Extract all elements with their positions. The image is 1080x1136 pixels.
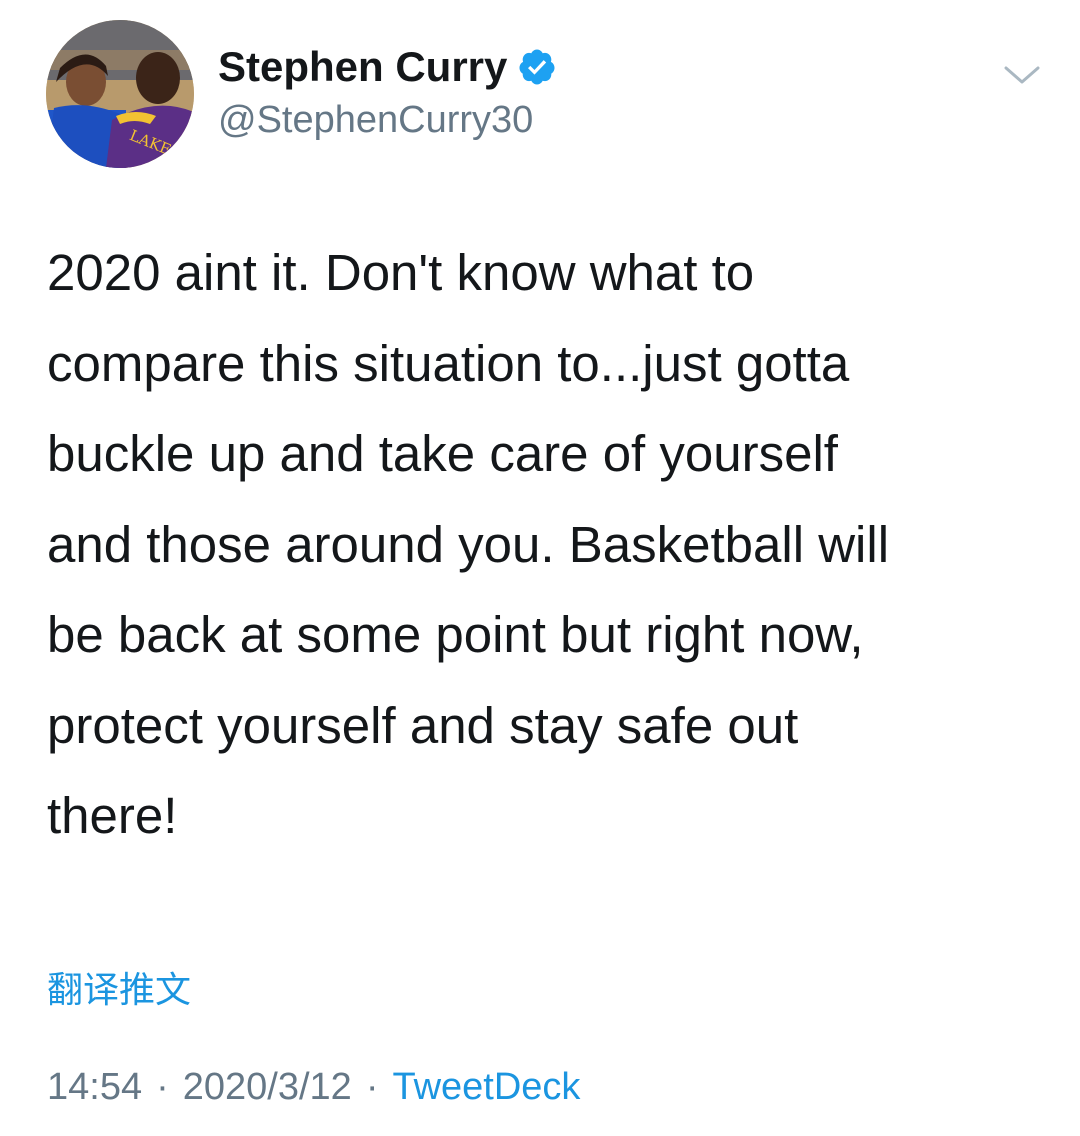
- author-avatar[interactable]: LAKERS: [46, 20, 194, 168]
- tweet-metadata: 14:54 · 2020/3/12 · TweetDeck: [47, 1062, 580, 1112]
- tweet-time[interactable]: 14:54: [47, 1062, 142, 1112]
- tweet-text: 2020 aint it. Don't know what to compare…: [47, 244, 890, 844]
- tweet-date[interactable]: 2020/3/12: [183, 1062, 352, 1112]
- tweet-source-link[interactable]: TweetDeck: [392, 1062, 580, 1112]
- tweet-card: LAKERS Stephen Curry @StephenCurry30 202…: [0, 0, 1080, 1136]
- translate-tweet-link[interactable]: 翻译推文: [47, 968, 191, 1014]
- avatar-photo: LAKERS: [46, 20, 194, 168]
- separator-dot: ·: [365, 1066, 379, 1108]
- author-name-row: Stephen Curry: [218, 42, 557, 92]
- chevron-down-icon[interactable]: [1000, 56, 1044, 92]
- author-handle[interactable]: @StephenCurry30: [218, 96, 533, 144]
- separator-dot: ·: [156, 1066, 169, 1108]
- verified-badge-icon: [517, 47, 557, 87]
- author-display-name[interactable]: Stephen Curry: [218, 42, 507, 92]
